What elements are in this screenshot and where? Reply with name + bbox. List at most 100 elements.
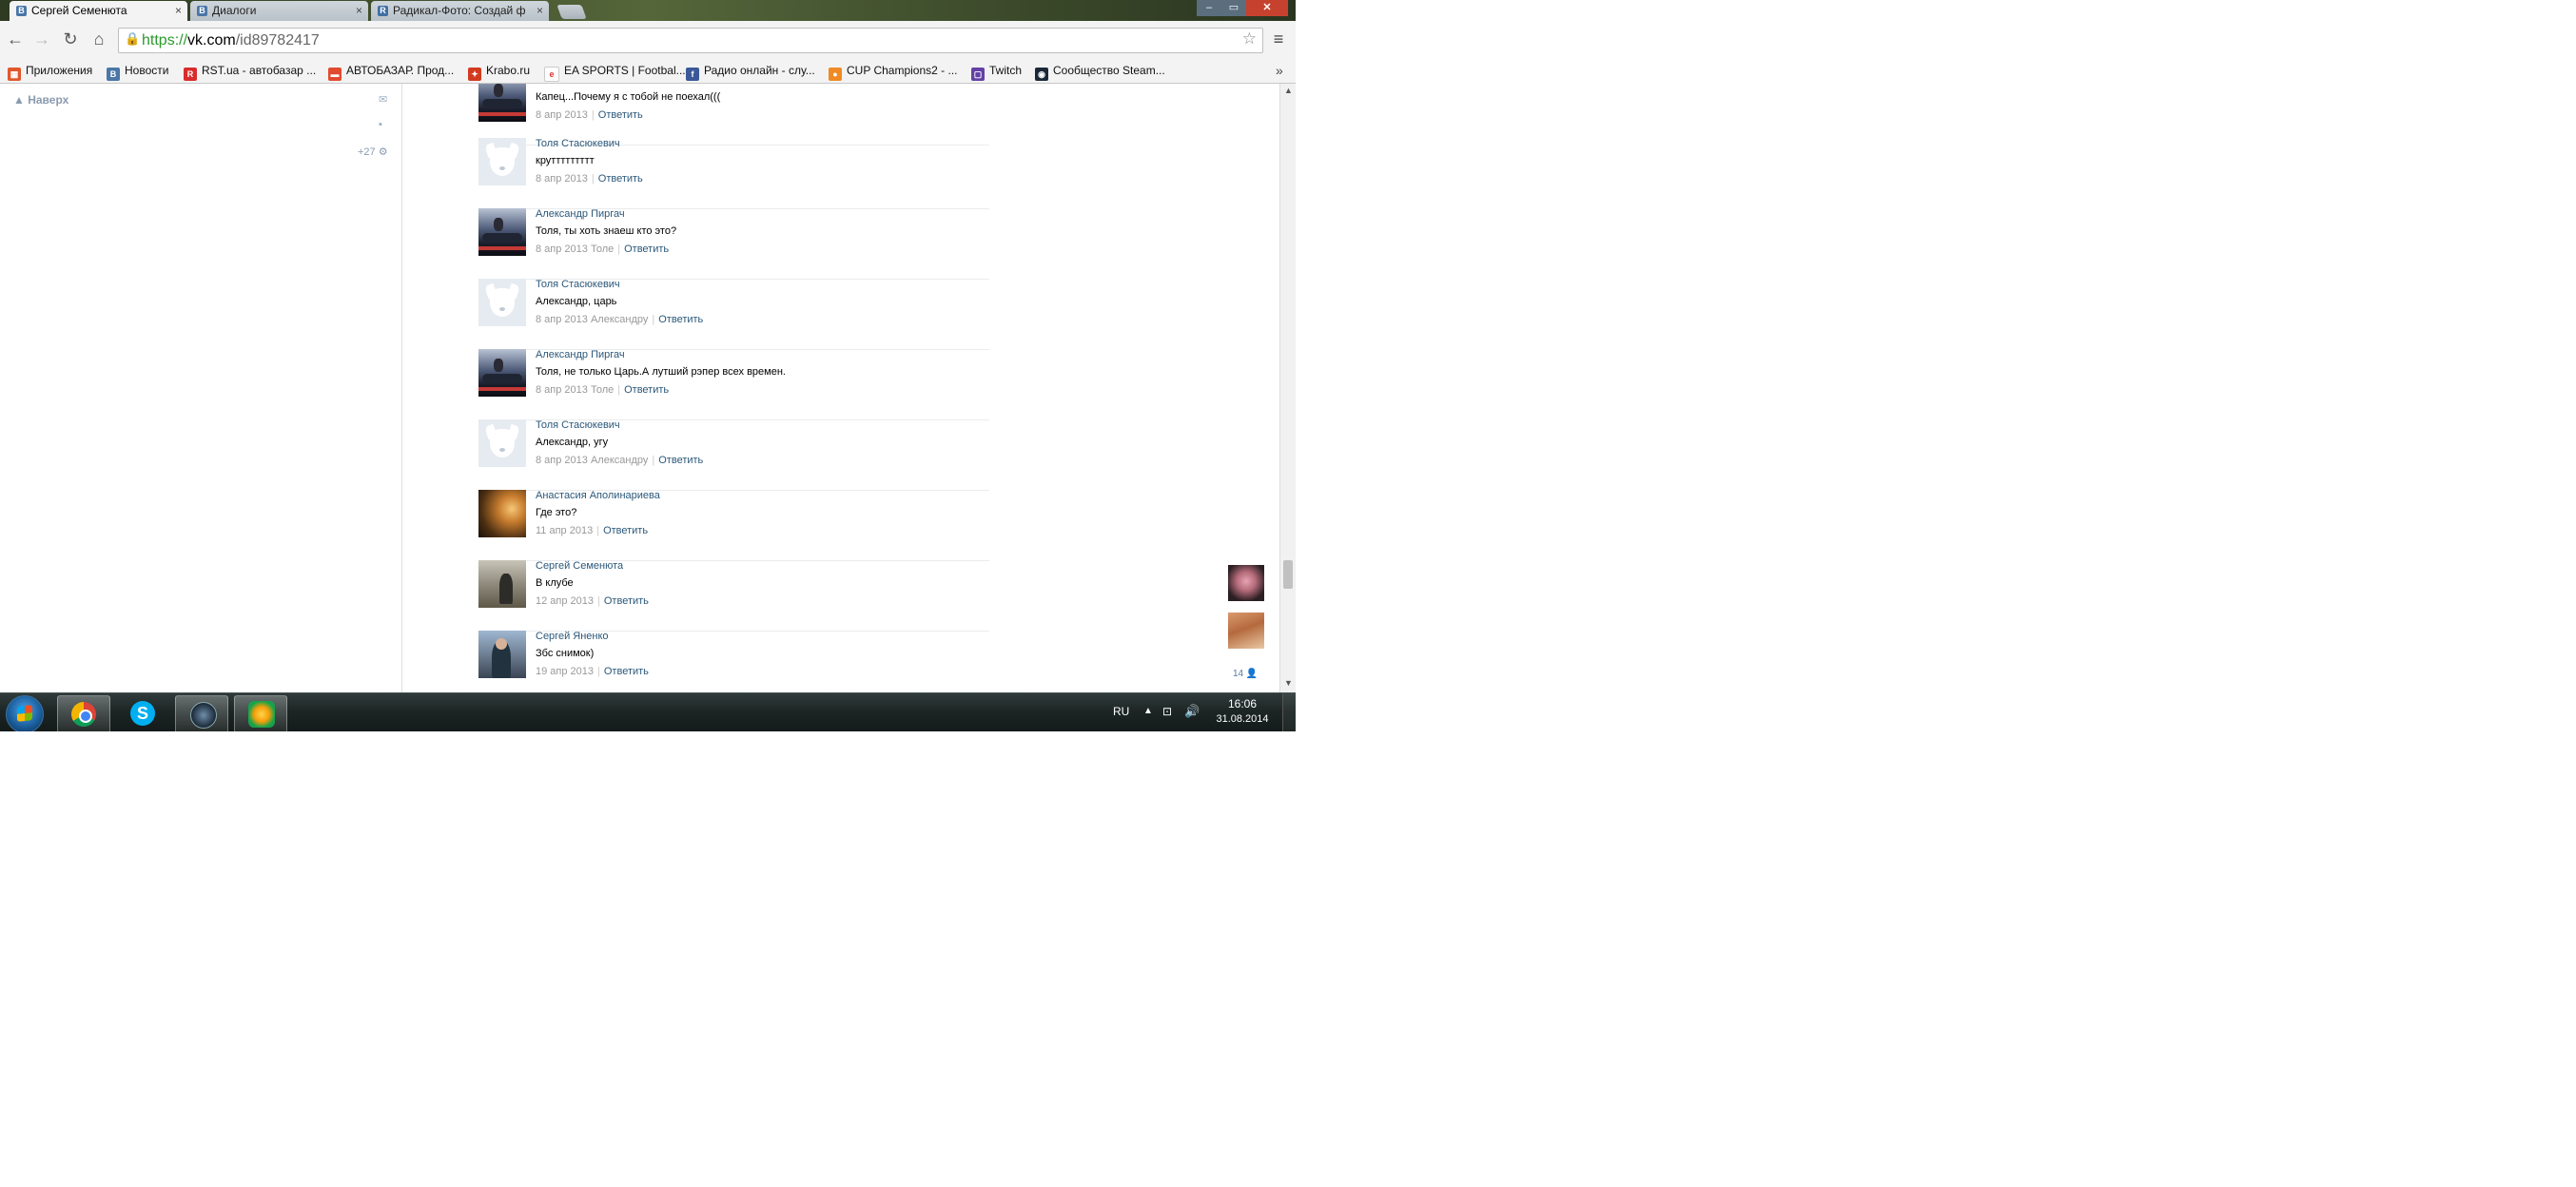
bookmark-ea-sports[interactable]: e EA SPORTS | Footbal...: [544, 59, 686, 83]
clock-time[interactable]: 16:06: [1214, 697, 1271, 710]
forward-button[interactable]: →: [30, 28, 53, 50]
bookmark-apps[interactable]: ▦ Приложения: [8, 59, 92, 83]
comment-author[interactable]: Сергей Яненко: [536, 631, 609, 642]
home-button[interactable]: ⌂: [88, 28, 110, 50]
comment-author[interactable]: Александр Пиргач: [536, 349, 625, 360]
reply-link[interactable]: Ответить: [603, 525, 648, 536]
page-scrollbar[interactable]: ▲ ▼: [1279, 84, 1296, 692]
bookmark-cup-champions[interactable]: ● CUP Champions2 - ...: [829, 59, 958, 83]
avatar[interactable]: [478, 490, 526, 537]
up-arrow-icon: ▲: [13, 93, 29, 107]
reply-link[interactable]: Ответить: [604, 666, 649, 677]
close-window-button[interactable]: ✕: [1246, 0, 1288, 16]
comment-text: Александр, угу: [536, 437, 609, 448]
comment-icon[interactable]: ▪: [379, 119, 382, 130]
reply-link[interactable]: Ответить: [598, 173, 643, 185]
bookmark-avtobazar[interactable]: ▬ АВТОБАЗАР. Прод...: [328, 59, 454, 83]
reply-link[interactable]: Ответить: [658, 314, 703, 325]
close-icon[interactable]: ×: [537, 1, 543, 21]
start-button[interactable]: [6, 695, 44, 731]
reply-to[interactable]: Александру: [591, 455, 648, 466]
chat-friend-avatar[interactable]: [1228, 613, 1264, 649]
bookmark-news[interactable]: B Новости: [107, 59, 168, 83]
taskbar-steam[interactable]: [175, 695, 228, 731]
twitch-icon: ▢: [971, 68, 985, 81]
comment-item: Толя Стасюкевич Александр, угу 8 апр 201…: [478, 419, 989, 491]
online-friends-count[interactable]: 14 👤: [1233, 669, 1258, 679]
reply-link[interactable]: Ответить: [598, 109, 643, 121]
bookmark-steam-community[interactable]: ◉ Сообщество Steam...: [1035, 59, 1165, 83]
maximize-button[interactable]: ▭: [1221, 0, 1246, 16]
comment-date: 8 апр 2013: [536, 314, 588, 325]
reply-to[interactable]: Александру: [591, 314, 648, 325]
reply-link[interactable]: Ответить: [658, 455, 703, 466]
comment-meta: 19 апр 2013 | Ответить: [536, 666, 649, 677]
back-button[interactable]: ←: [4, 28, 27, 50]
comment-author[interactable]: Толя Стасюкевич: [536, 279, 620, 290]
comment-author[interactable]: Анастасия Аполинариева: [536, 490, 660, 501]
tab-dialogs[interactable]: B Диалоги ×: [190, 1, 368, 21]
tray-expand-icon[interactable]: ▲: [1143, 706, 1153, 716]
bookmark-krabo[interactable]: ✦ Krabo.ru: [468, 59, 530, 83]
close-icon[interactable]: ×: [175, 1, 182, 21]
avatar[interactable]: [478, 279, 526, 326]
minimize-button[interactable]: –: [1197, 0, 1221, 16]
comment-meta: 8 апр 2013 Александру | Ответить: [536, 314, 704, 325]
bookmarks-overflow-button[interactable]: »: [1276, 59, 1283, 83]
page-content: ▲ Наверх ✉ ▪ +27 ⚙ Капец...Почему я с то…: [0, 84, 1284, 692]
volume-icon[interactable]: 🔊: [1184, 704, 1200, 719]
chat-friend-avatar[interactable]: [1228, 565, 1264, 601]
taskbar-app[interactable]: [234, 695, 287, 731]
taskbar-skype[interactable]: S: [116, 695, 167, 731]
taskbar: S RU ▲ ⊡ 🔊 16:06 31.08.2014: [0, 692, 1296, 731]
comment-author[interactable]: Александр Пиргач: [536, 208, 625, 220]
scrollbar-thumb[interactable]: [1283, 560, 1293, 589]
close-icon[interactable]: ×: [356, 1, 362, 21]
ea-icon: e: [544, 67, 559, 82]
reply-link[interactable]: Ответить: [604, 595, 649, 607]
tab-radikal[interactable]: R Радикал-Фото: Создай ф ×: [371, 1, 549, 21]
comment-meta: 12 апр 2013 | Ответить: [536, 595, 649, 607]
address-bar[interactable]: 🔒 https://vk.com/id89782417 ☆: [118, 28, 1263, 53]
bookmark-radio[interactable]: f Радио онлайн - слу...: [686, 59, 815, 83]
screen: B Сергей Семенюта × B Диалоги × R Радика…: [0, 0, 1296, 731]
menu-icon[interactable]: ≡: [1267, 28, 1290, 50]
comment-meta: 11 апр 2013 | Ответить: [536, 525, 649, 536]
reload-button[interactable]: ↻: [59, 28, 82, 50]
bookmark-twitch[interactable]: ▢ Twitch: [971, 59, 1022, 83]
network-icon[interactable]: ⊡: [1162, 705, 1172, 718]
avatar[interactable]: [478, 560, 526, 608]
avatar[interactable]: [478, 138, 526, 185]
comment-author[interactable]: Толя Стасюкевич: [536, 419, 620, 431]
clock-date[interactable]: 31.08.2014: [1214, 713, 1271, 725]
avatar[interactable]: [478, 349, 526, 397]
to-top-link[interactable]: ▲ Наверх: [13, 93, 68, 107]
reply-link[interactable]: Ответить: [624, 384, 669, 396]
scroll-down-arrow-icon[interactable]: ▼: [1284, 678, 1293, 688]
krabo-icon: ✦: [468, 68, 481, 81]
comment-item: Сергей Яненко Збс снимок) 19 апр 2013 | От…: [478, 631, 989, 692]
comment-item: Александр Пиргач Толя, не только Царь.А …: [478, 349, 989, 420]
bookmark-rst[interactable]: R RST.ua - автобазар ...: [184, 59, 316, 83]
comment-text: Толя, не только Царь.А лутший рэпер всех…: [536, 366, 786, 378]
reply-to[interactable]: Толе: [591, 243, 614, 255]
reply-link[interactable]: Ответить: [624, 243, 669, 255]
new-tab-button[interactable]: [556, 5, 587, 19]
avatar[interactable]: [478, 419, 526, 467]
comment-author[interactable]: Толя Стасюкевич: [536, 138, 620, 149]
avatar[interactable]: [478, 84, 526, 122]
taskbar-chrome[interactable]: [57, 695, 110, 731]
tab-sergey-profile[interactable]: B Сергей Семенюта ×: [10, 1, 187, 21]
scroll-up-arrow-icon[interactable]: ▲: [1284, 86, 1293, 95]
comment-text: круттттттттт: [536, 155, 595, 166]
show-desktop-button[interactable]: [1282, 693, 1296, 731]
reply-to[interactable]: Толе: [591, 384, 614, 396]
comment-date: 8 апр 2013: [536, 173, 588, 185]
comment-author[interactable]: Сергей Семенюта: [536, 560, 623, 572]
avatar[interactable]: [478, 208, 526, 256]
side-counter[interactable]: +27 ⚙: [358, 146, 388, 158]
avatar[interactable]: [478, 631, 526, 678]
mail-icon[interactable]: ✉: [379, 93, 387, 106]
language-indicator[interactable]: RU: [1113, 705, 1129, 718]
bookmark-star-icon[interactable]: ☆: [1242, 29, 1257, 49]
